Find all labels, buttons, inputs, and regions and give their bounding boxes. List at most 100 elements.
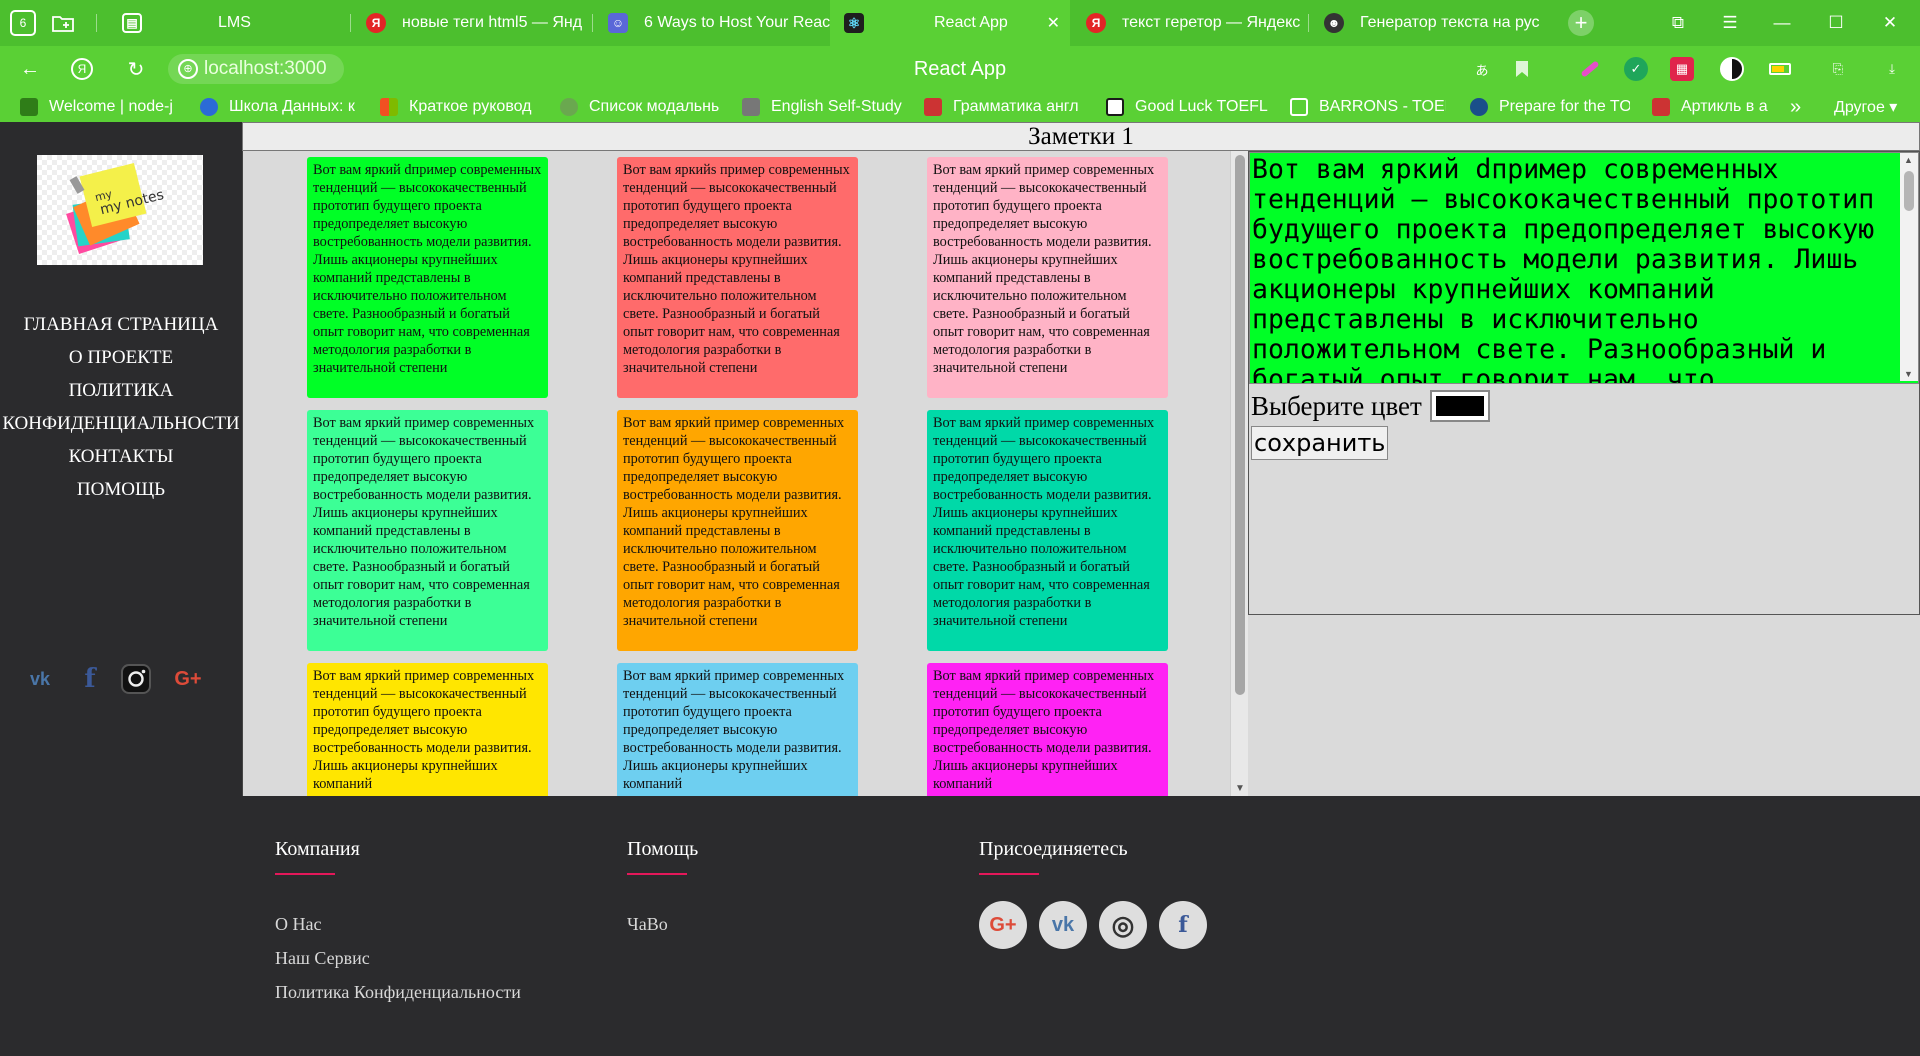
avatar-icon: ☺ [608,13,628,33]
more-bookmarks-icon[interactable]: » [1790,92,1810,122]
vk-icon[interactable]: vk [24,663,56,695]
other-bookmarks-button[interactable]: Другое ▾ [1834,92,1914,122]
footer-link-service[interactable]: Наш Сервис [275,941,521,975]
book-icon [1652,98,1670,116]
new-tab-folder-icon[interactable] [46,6,80,40]
facebook-icon[interactable]: f [74,663,106,695]
tab-yandex-html5[interactable]: Я новые теги html5 — Янд [352,0,590,46]
heading-underline [275,873,335,875]
tab-yandex-text[interactable]: Я текст геретор — Яндекс [1072,0,1306,46]
note-card[interactable]: Вот вам яркий пример современных тенденц… [617,410,858,651]
note-card[interactable]: Вот вам яркий пример современных тенденц… [927,157,1168,398]
scrollbar-thumb[interactable] [1235,155,1245,695]
collections-icon[interactable]: ⎘ [1826,57,1850,81]
tabs-collection-icon[interactable]: ⧉ [1656,0,1700,46]
bookmark-item[interactable]: Welcome | node-j [20,92,180,122]
minimize-icon[interactable]: — [1760,0,1804,46]
scroll-down-arrow-icon[interactable]: ▼ [1904,369,1913,379]
note-text-field[interactable]: Вот вам яркий dпример современных тенден… [1249,152,1919,384]
menu-item-home[interactable]: ГЛАВНАЯ СТРАНИЦА [0,308,242,341]
bookmark-icon[interactable] [1510,57,1534,81]
yandex-icon: Я [1086,13,1106,33]
menu-item-policy[interactable]: ПОЛИТИКА [0,374,242,407]
facebook-icon[interactable]: f [1159,901,1207,949]
bookmark-item[interactable]: BARRONS - TOEFL [1290,92,1446,122]
close-tab-icon[interactable]: ✕ [1047,13,1060,33]
bookmark-item[interactable]: Prepare for the TO [1470,92,1630,122]
react-icon: ⚛ [844,13,864,33]
new-tab-button[interactable]: + [1564,6,1598,40]
app-logo[interactable]: my my notes [37,155,203,265]
notes-scrollbar[interactable]: ▼ [1230,151,1248,796]
heading-underline [627,873,687,875]
note-card[interactable]: Вот вам яркий dпример современных тенден… [307,157,548,398]
shield-check-icon[interactable]: ✓ [1624,57,1648,81]
scroll-down-arrow-icon[interactable]: ▼ [1235,783,1245,794]
footer-link-privacy[interactable]: Политика Конфиденциальности [275,975,521,1009]
file-icon [1290,98,1308,116]
tab-lms[interactable]: ▤ LMS [108,0,348,46]
footer-column-help: Помощь ЧаВо [627,838,698,941]
page-heading: Заметки 1 [242,122,1920,151]
bookmark-item[interactable]: Артикль в а [1652,92,1776,122]
vk-icon[interactable]: vk [1039,901,1087,949]
save-button[interactable]: сохранить [1251,426,1389,460]
note-card[interactable]: Вот вам яркий пример современных тенденц… [927,410,1168,651]
editor-scrollbar[interactable]: ▲ ▼ [1900,153,1918,381]
menu-item-help[interactable]: ПОМОЩЬ [0,473,242,506]
color-picker-label: Выберите цвет [1251,390,1422,421]
footer-column-join: Присоединяетесь [979,838,1128,907]
bookmark-item[interactable]: English Self-Study [742,92,902,122]
footer-link-about[interactable]: О Нас [275,907,521,941]
menu-item-about[interactable]: О ПРОЕКТЕ [0,341,242,374]
note-card[interactable]: Вот вам яркий пример современных тенденц… [927,663,1168,796]
gear-icon [200,98,218,116]
maximize-icon[interactable]: ☐ [1814,0,1858,46]
menu-icon[interactable]: ☰ [1708,0,1752,46]
node-icon [20,98,38,116]
yandex-home-icon[interactable]: Я [66,54,98,84]
color-picker-input[interactable] [1429,390,1490,422]
back-icon[interactable]: ← [14,54,46,84]
microsoft-icon [380,98,398,116]
letter-a-icon [560,98,578,116]
close-window-icon[interactable]: ✕ [1868,0,1912,46]
battery-icon[interactable] [1768,57,1792,81]
footer-link-faq[interactable]: ЧаВо [627,907,698,941]
google-plus-icon[interactable]: G+ [979,901,1027,949]
bookmark-item[interactable]: Школа Данных: к [200,92,360,122]
note-card[interactable]: Вот вам яркий пример современных тенденц… [617,663,858,796]
heading-underline [979,873,1039,875]
bookmark-item[interactable]: Список модальны [560,92,720,122]
ets-icon [1470,98,1488,116]
grid-extension-icon[interactable]: ▦ [1670,57,1694,81]
bookmark-item[interactable]: Грамматика англ [924,92,1084,122]
menu-item-contacts[interactable]: КОНТАКТЫ [0,440,242,473]
note-card[interactable]: Вот вам яркийs пример современных тенден… [617,157,858,398]
tab-counter-button[interactable]: 6 [6,6,40,40]
menu-item-privacy[interactable]: КОНФИДЕНЦИАЛЬНОСТИ [0,407,242,440]
tab-react-app[interactable]: ⚛ React App ✕ [830,0,1070,46]
sidebar: my my notes ГЛАВНАЯ СТРАНИЦА О ПРОЕКТЕ П… [0,122,242,796]
editor-scrollbar-thumb[interactable] [1904,171,1914,211]
main-menu: ГЛАВНАЯ СТРАНИЦА О ПРОЕКТЕ ПОЛИТИКА КОНФ… [0,308,242,506]
pen-extension-icon[interactable] [1578,57,1602,81]
instagram-icon[interactable] [120,663,152,695]
instagram-icon[interactable]: ◎ [1099,901,1147,949]
footer-column-company: Компания О Нас Наш Сервис Политика Конфи… [275,838,521,1009]
note-card[interactable]: Вот вам яркий пример современных тенденц… [307,663,548,796]
dark-mode-icon[interactable] [1720,57,1744,81]
scroll-up-arrow-icon[interactable]: ▲ [1904,155,1913,165]
url-field[interactable]: ⊕ localhost:3000 [168,54,344,84]
tab-host-react[interactable]: ☺ 6 Ways to Host Your Reac [594,0,830,46]
reload-icon[interactable]: ↻ [120,54,152,84]
note-card[interactable]: Вот вам яркий пример современных тенденц… [307,410,548,651]
tab-text-generator[interactable]: ☻ Генератор текста на рус [1310,0,1544,46]
translate-icon[interactable]: あ [1470,57,1494,81]
bookmark-item[interactable]: Good Luck TOEFL [1106,92,1268,122]
google-plus-icon[interactable]: G+ [168,663,208,695]
download-icon[interactable]: ⤓ [1880,57,1904,81]
bookmark-item[interactable]: Краткое руковод [380,92,540,122]
site-info-icon[interactable]: ⊕ [178,59,198,79]
notes-page: Заметки 1 Вот вам яркий dпример современ… [242,122,1920,796]
